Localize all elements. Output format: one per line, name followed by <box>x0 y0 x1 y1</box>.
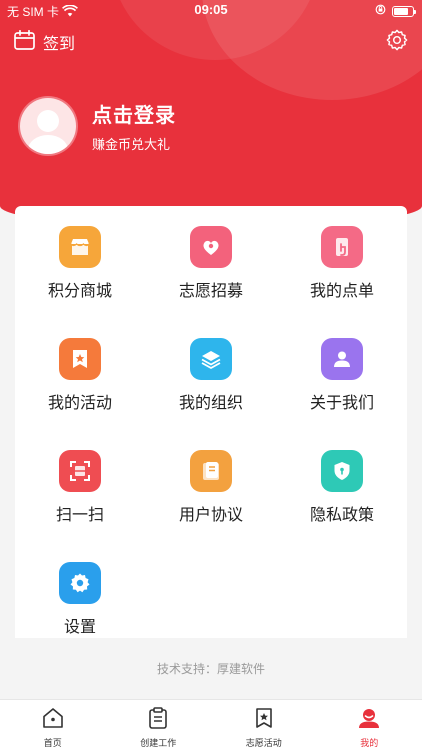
login-prompt[interactable]: 点击登录 赚金币兑大礼 <box>20 98 176 154</box>
tab-create-work[interactable]: 创建工作 <box>106 700 212 750</box>
menu-item-points-mall[interactable]: 积分商城 <box>15 206 145 306</box>
menu-item-settings[interactable]: 设置 <box>15 542 145 642</box>
tab-label: 创建工作 <box>140 739 177 749</box>
tab-home[interactable]: 首页 <box>0 700 106 750</box>
settings-button[interactable] <box>386 29 408 55</box>
avatar-body <box>28 135 68 154</box>
menu-item-volunteer-recruit[interactable]: 志愿招募 <box>146 206 276 306</box>
login-subtitle: 赚金币兑大礼 <box>92 138 171 153</box>
store-icon <box>59 226 101 268</box>
menu-item-label: 我的活动 <box>47 393 112 412</box>
orientation-lock-icon <box>375 4 386 18</box>
battery-cap <box>414 9 416 14</box>
tech-support-text: 技术支持：厚建软件 <box>156 662 265 676</box>
menu-item-label: 扫一扫 <box>55 505 104 524</box>
tab-label: 我的 <box>360 739 379 749</box>
signin-label: 签到 <box>43 34 76 53</box>
shield-icon <box>321 450 363 492</box>
gear-icon <box>59 562 101 604</box>
menu-item-label: 设置 <box>63 617 96 636</box>
signin-button[interactable]: 签到 <box>14 29 76 54</box>
tab-volunteer-activities[interactable]: 志愿活动 <box>211 700 317 750</box>
tab-mine[interactable]: 我的 <box>317 700 422 750</box>
menu-item-label: 关于我们 <box>309 393 374 412</box>
clock: 09:05 <box>194 2 228 17</box>
menu-item-my-organization[interactable]: 我的组织 <box>146 318 276 418</box>
menu-item-label: 志愿招募 <box>178 281 243 300</box>
clipboard-icon <box>146 706 170 734</box>
menu-item-label: 积分商城 <box>47 281 112 300</box>
avatar-head <box>37 110 59 132</box>
scan-icon <box>59 450 101 492</box>
layers-icon <box>190 338 232 380</box>
volunteer-heart-icon <box>190 226 232 268</box>
bookmark-star-icon <box>252 706 276 734</box>
menu-item-about-us[interactable]: 关于我们 <box>277 318 407 418</box>
tap-order-icon <box>321 226 363 268</box>
user-icon <box>357 706 381 734</box>
menu-item-my-activities[interactable]: 我的活动 <box>15 318 145 418</box>
battery-icon <box>392 5 416 17</box>
menu-item-my-orders[interactable]: 我的点单 <box>277 206 407 306</box>
menu-item-user-agreement[interactable]: 用户协议 <box>146 430 276 530</box>
menu-card: 积分商城 志愿招募 我的点单 我的活动 我的组织 关于我们 扫一扫 用户协议 隐… <box>15 206 407 638</box>
tab-bar: 首页 创建工作 志愿活动 我的 <box>0 699 422 750</box>
login-title: 点击登录 <box>92 103 176 127</box>
tab-label: 首页 <box>43 739 62 749</box>
status-right <box>375 4 416 18</box>
battery-level <box>394 7 409 15</box>
menu-item-label: 我的点单 <box>309 281 374 300</box>
menu-item-label: 用户协议 <box>178 505 243 524</box>
menu-item-label: 隐私政策 <box>309 505 374 524</box>
status-bar: 无 SIM 卡 09:05 <box>0 0 422 22</box>
gear-icon <box>386 29 408 55</box>
menu-item-privacy-policy[interactable]: 隐私政策 <box>277 430 407 530</box>
document-icon <box>190 450 232 492</box>
tab-label: 志愿活动 <box>245 739 282 749</box>
profile-text: 点击登录 赚金币兑大礼 <box>92 99 176 153</box>
calendar-icon <box>14 29 35 54</box>
star-bookmark-icon <box>59 338 101 380</box>
person-icon <box>321 338 363 380</box>
home-icon <box>41 706 65 734</box>
menu-item-label: 我的组织 <box>178 393 243 412</box>
menu-item-scan[interactable]: 扫一扫 <box>15 430 145 530</box>
avatar <box>20 98 76 154</box>
